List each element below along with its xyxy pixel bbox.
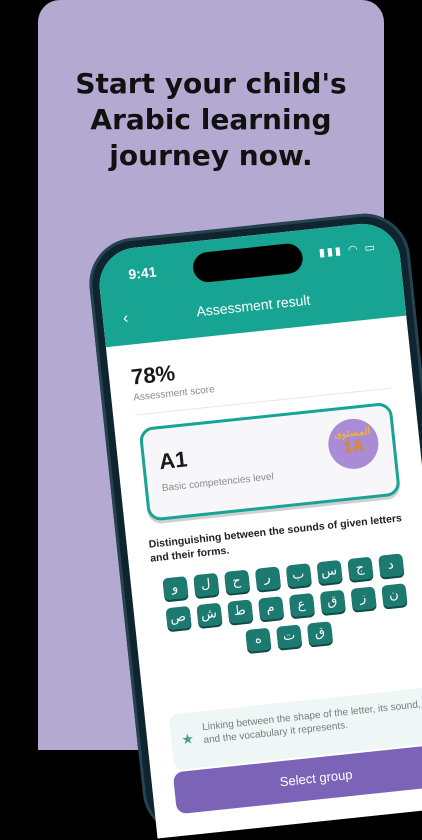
letter-tile: ع [288,592,315,618]
wifi-icon: ◠ [347,243,361,257]
status-time: 9:41 [127,263,158,283]
letter-tile: ش [195,602,223,628]
letter-tile: ب [285,563,312,588]
star-icon: ★ [180,730,195,748]
letter-tile: ر [254,566,281,591]
battery-icon: ▭ [363,241,378,255]
letter-tile: ز [350,586,377,611]
letter-tile: ل [192,572,219,598]
letter-tile: ق [319,589,346,615]
score-value: 78% [129,360,177,390]
letter-tile: ط [226,599,253,624]
signal-icon: ▮▮▮ [318,244,344,260]
headline-line-1: Start your child's [75,67,347,100]
letter-tile: س [316,559,343,585]
level-badge: المستوى 1A [325,416,381,472]
dynamic-island [191,242,305,284]
headline-line-3: journey now. [109,139,313,172]
letter-tile: ق [306,621,334,646]
page-title: Assessment result [195,291,312,320]
letter-tile: ن [380,583,408,608]
letter-tile: ص [165,605,192,631]
letter-tile: و [161,576,189,601]
status-icons: ▮▮▮ ◠ ▭ [318,240,377,259]
letter-tile: ج [346,556,374,582]
skill-item-text: Linking between the shape of the letter,… [201,699,422,747]
level-card: A1 Basic competencies level المستوى 1A [138,401,401,522]
headline-line-2: Arabic learning [90,103,332,136]
letter-tile: د [377,553,404,578]
letter-tile: ت [276,624,303,649]
level-code: A1 [157,446,189,475]
headline: Start your child's Arabic learning journ… [38,66,384,174]
letter-tile: ح [223,569,250,595]
letter-tile: ه [245,627,272,653]
letter-tile: م [257,596,284,621]
letter-grid: د ج س ب ر ح ل و ن ز ق ع م ط ش ص ق ت ه [150,552,421,661]
level-description: Basic competencies level [161,471,275,495]
